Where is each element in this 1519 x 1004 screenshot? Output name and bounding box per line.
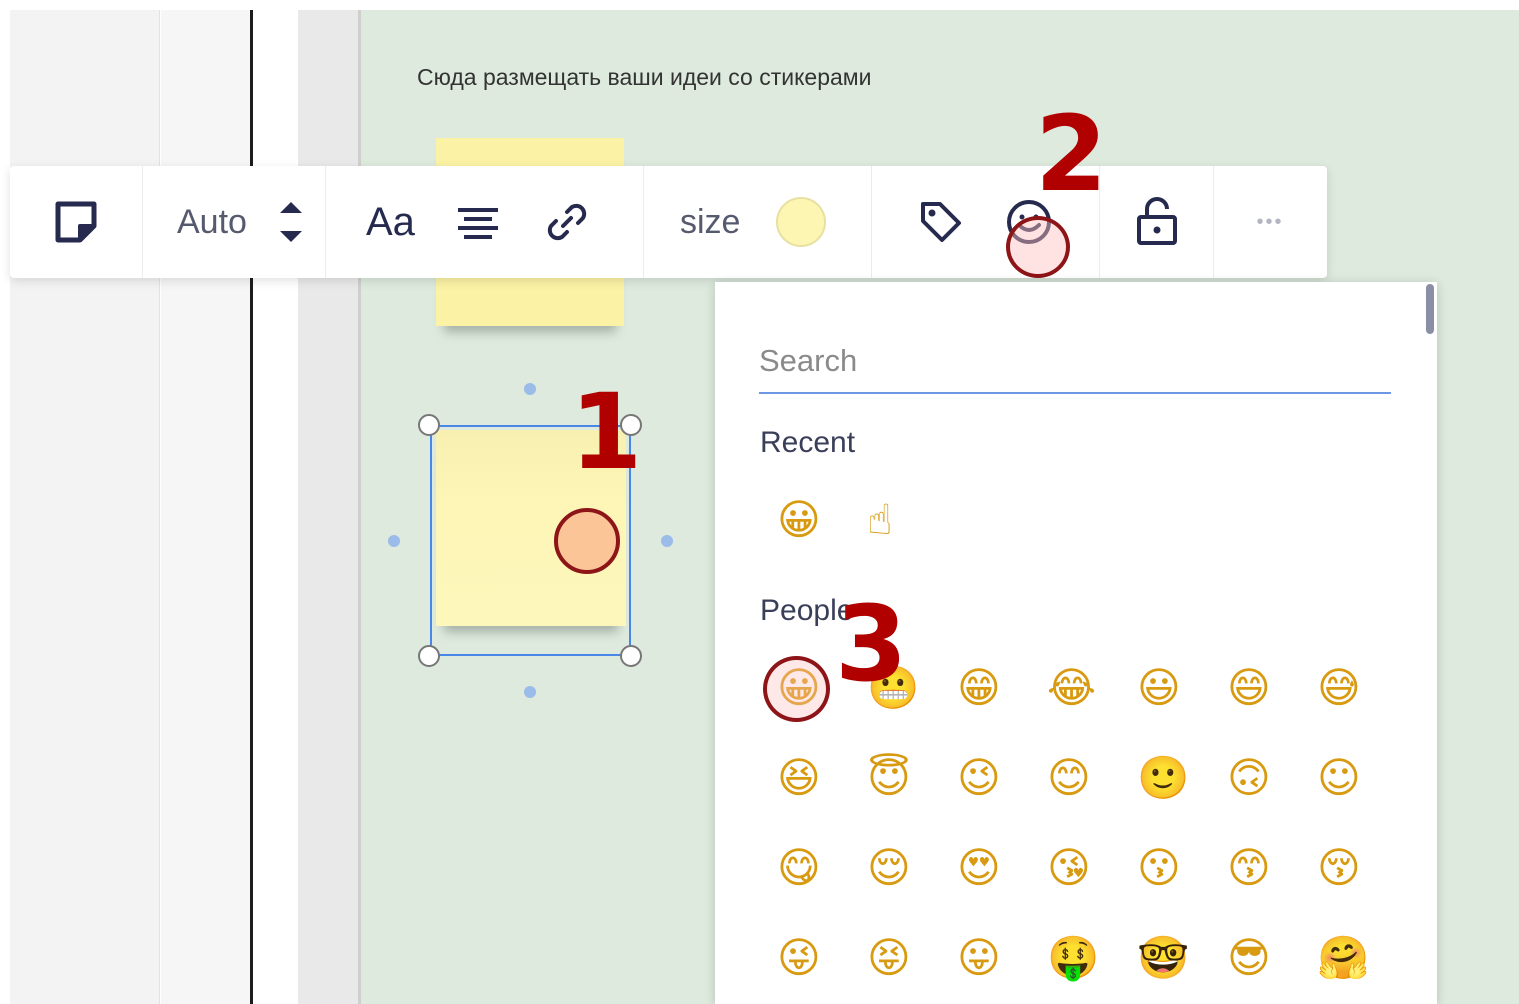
emoji-item[interactable]: 🤓 — [1119, 922, 1209, 994]
toolbar-group-lock — [1100, 166, 1214, 278]
emoji-item[interactable]: 😃 — [1119, 652, 1209, 724]
unlock-icon[interactable] — [1135, 197, 1179, 247]
people-emoji-row: 😋 😌 😍 😘 😗 😙 😚 — [759, 832, 1389, 904]
connector-dot-bottom[interactable] — [524, 686, 536, 698]
emoji-item[interactable]: 😚 — [1299, 832, 1389, 904]
board-caption: Сюда размещать ваши идеи со стикерами — [417, 64, 872, 90]
emoji-item[interactable]: 😛 — [939, 922, 1029, 994]
emoji-item[interactable]: 😉 — [939, 742, 1029, 814]
emoji-item[interactable]: 🙃 — [1209, 742, 1299, 814]
people-emoji-row: 😆 😇 😉 😊 🙂 🙃 ☺ — [759, 742, 1389, 814]
toolbar-group-shape — [10, 166, 143, 278]
emoji-item[interactable]: 😆 — [759, 742, 849, 814]
emoji-item[interactable]: 😘 — [1029, 832, 1119, 904]
emoji-item[interactable]: 😝 — [849, 922, 939, 994]
emoji-item[interactable]: 😙 — [1209, 832, 1299, 904]
resize-handle-top-left[interactable] — [418, 414, 440, 436]
emoji-item[interactable]: 😁 — [939, 652, 1029, 724]
emoji-item[interactable]: 😍 — [939, 832, 1029, 904]
connector-dot-right[interactable] — [661, 535, 673, 547]
emoji-item[interactable]: 😌 — [849, 832, 939, 904]
emoji-item[interactable]: 😄 — [1209, 652, 1299, 724]
toolbar-group-more: ••• — [1214, 166, 1326, 278]
link-icon[interactable] — [543, 198, 591, 246]
size-button[interactable]: size — [680, 203, 740, 242]
resize-handle-bottom-left[interactable] — [418, 645, 440, 667]
tag-icon[interactable] — [918, 199, 964, 245]
text-format-button[interactable]: Aa — [366, 200, 415, 245]
sticky-note-icon[interactable] — [52, 198, 100, 246]
emoji-item[interactable]: 🤗 — [1299, 922, 1389, 994]
gap-strip — [253, 10, 298, 1004]
toolbar-group-text: Aa — [326, 166, 644, 278]
font-size-stepper-icon[interactable] — [277, 197, 305, 247]
emoji-item[interactable]: ☝ — [849, 484, 939, 556]
click-marker-sticky — [554, 508, 620, 574]
emoji-item[interactable]: 😀 — [759, 484, 849, 556]
step-marker-2: 2 — [1035, 93, 1108, 215]
left-panel-strip — [10, 10, 160, 1004]
color-swatch[interactable] — [776, 197, 827, 247]
emoji-item[interactable]: 😋 — [759, 832, 849, 904]
click-marker-emoji — [763, 656, 830, 722]
people-emoji-row: 😜 😝 😛 🤑 🤓 😎 🤗 — [759, 922, 1389, 994]
step-marker-1: 1 — [570, 371, 643, 493]
context-toolbar: Auto Aa size ••• — [10, 166, 1327, 278]
panel-scrollbar[interactable] — [1426, 284, 1434, 334]
font-size-value[interactable]: Auto — [177, 203, 247, 242]
emoji-item[interactable]: 😜 — [759, 922, 849, 994]
emoji-item[interactable]: 😎 — [1209, 922, 1299, 994]
emoji-item[interactable]: 🤑 — [1029, 922, 1119, 994]
recent-section-title: Recent — [760, 426, 856, 459]
emoji-item[interactable]: 🙂 — [1119, 742, 1209, 814]
emoji-item[interactable]: 😗 — [1119, 832, 1209, 904]
emoji-search-input[interactable] — [759, 330, 1391, 394]
recent-emoji-row: 😀 ☝ — [759, 484, 939, 556]
step-marker-3: 3 — [835, 583, 908, 705]
emoji-item[interactable]: 😇 — [849, 742, 939, 814]
emoji-item[interactable]: 😊 — [1029, 742, 1119, 814]
gutter-strip — [298, 10, 358, 1004]
resize-handle-bottom-right[interactable] — [620, 645, 642, 667]
left-panel-strip-2 — [161, 10, 251, 1004]
emoji-item[interactable]: 😅 — [1299, 652, 1389, 724]
toolbar-group-size-color: size — [644, 166, 872, 278]
align-center-icon[interactable] — [455, 202, 501, 242]
connector-dot-left[interactable] — [388, 535, 400, 547]
toolbar-group-font-size: Auto — [143, 166, 326, 278]
connector-dot-top[interactable] — [524, 383, 536, 395]
emoji-picker-panel: Recent 😀 ☝ People 😀 😬 😁 😂 😃 😄 😅 😆 😇 😉 😊 … — [715, 282, 1437, 1004]
click-marker-emoji-button — [1006, 216, 1070, 278]
more-options-button[interactable]: ••• — [1256, 211, 1283, 234]
emoji-item[interactable]: ☺ — [1299, 742, 1389, 814]
emoji-item[interactable]: 😂 — [1029, 652, 1119, 724]
